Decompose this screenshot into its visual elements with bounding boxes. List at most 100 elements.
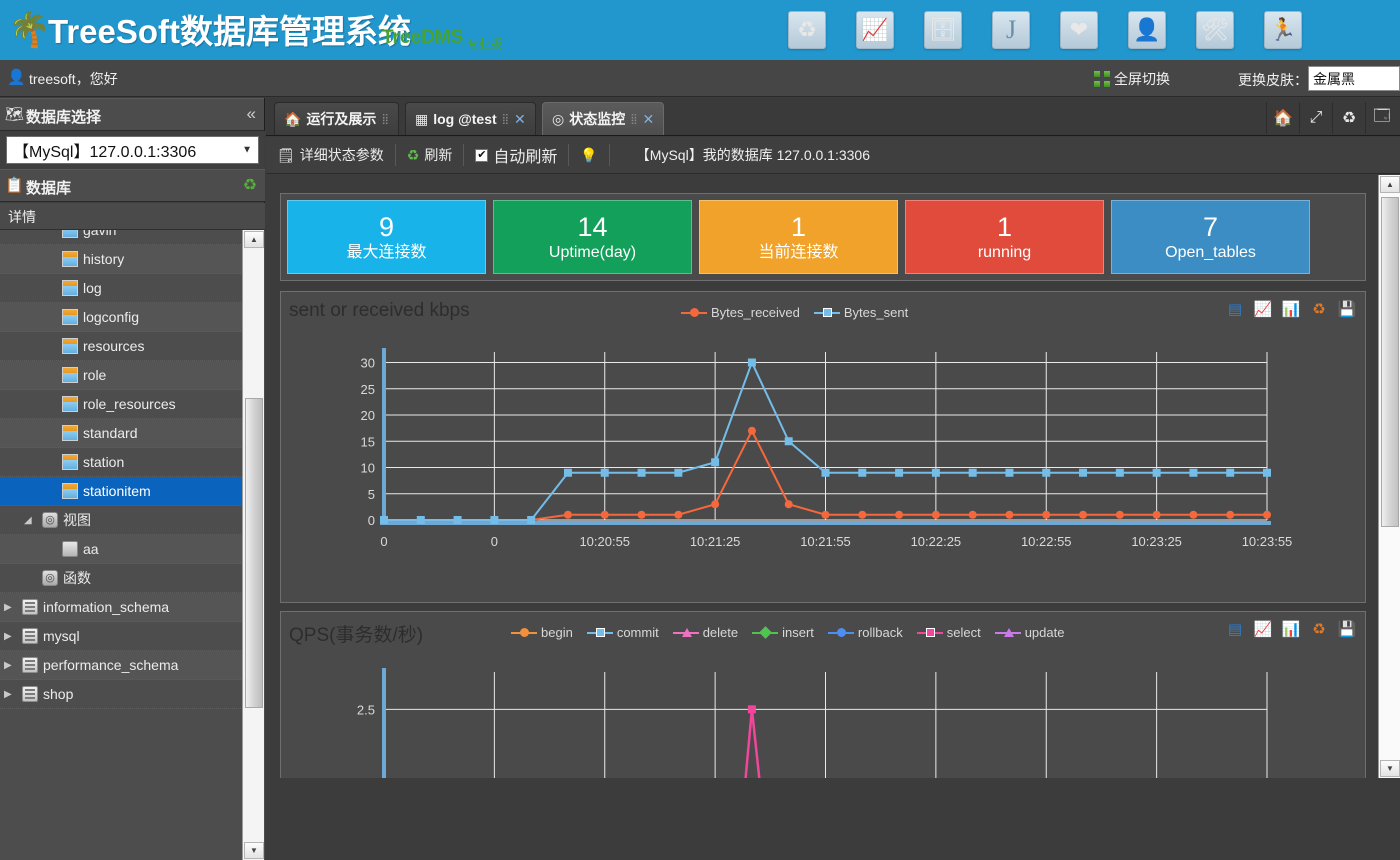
save-icon[interactable]: 💾 — [1337, 300, 1357, 320]
tools-icon[interactable]: 🛠 — [1196, 11, 1234, 49]
tree-expand-icon[interactable]: ▶ — [4, 651, 12, 680]
legend-item-delete[interactable]: delete — [672, 625, 738, 640]
line-chart-icon[interactable]: 📈 — [1253, 620, 1273, 640]
home-icon[interactable]: 🏠 — [1266, 102, 1299, 134]
skin-select[interactable]: 金属黑 — [1308, 66, 1400, 91]
scroll-down-button[interactable]: ▼ — [1380, 760, 1400, 777]
tree-item-resources[interactable]: resources — [0, 332, 243, 361]
x-tick-label: 10:21:25 — [690, 534, 741, 549]
tree-item-[interactable]: ◢ 视图 — [0, 506, 243, 535]
autorefresh-toggle[interactable]: ✔ 自动刷新 — [464, 143, 568, 167]
legend-item-rollback[interactable]: rollback — [827, 625, 903, 640]
save-icon[interactable]: 💾 — [1337, 620, 1357, 640]
tree-item-log[interactable]: log — [0, 274, 243, 303]
tree-expand-icon[interactable]: ▶ — [4, 680, 12, 709]
tree-item-gavin[interactable]: gavin — [0, 230, 243, 245]
table-icon — [62, 396, 78, 412]
legend-item-insert[interactable]: insert — [752, 625, 814, 640]
status-card-value: 9 — [378, 211, 395, 242]
window-icon[interactable]: 🗔 — [1365, 102, 1398, 134]
chart-icon[interactable]: 📈 — [856, 11, 894, 49]
legend-marker — [1003, 627, 1014, 637]
tree-expand-icon[interactable]: ◢ — [24, 506, 32, 535]
tree-item-station[interactable]: station — [0, 448, 243, 477]
connection-select[interactable]: 【MySql】127.0.0.1:3306 ▼ — [6, 136, 259, 164]
close-icon[interactable]: ✕ — [643, 111, 655, 128]
tab-0[interactable]: 🏠 运行及展示 ⣿ — [274, 102, 399, 135]
refresh-icon[interactable]: ♻ — [1332, 102, 1365, 134]
content-scrollbar[interactable]: ▲ ▼ — [1378, 175, 1400, 778]
tree-item-logconfig[interactable]: logconfig — [0, 303, 243, 332]
tree-item-information_schema[interactable]: ▶ information_schema — [0, 593, 243, 622]
tree-item-history[interactable]: history — [0, 245, 243, 274]
tab-dots-icon: ⣿ — [501, 113, 509, 125]
data-point — [784, 437, 793, 446]
user-icon[interactable]: 👤 — [1128, 11, 1166, 49]
data-point — [858, 468, 867, 477]
status-card-2[interactable]: 1 当前连接数 — [699, 200, 898, 274]
data-point — [1263, 510, 1271, 519]
status-card-1[interactable]: 14 Uptime(day) — [493, 200, 692, 274]
legend-item-begin[interactable]: begin — [511, 625, 573, 640]
status-card-4[interactable]: 7 Open_tables — [1111, 200, 1310, 274]
tree-item-role_resources[interactable]: role_resources — [0, 390, 243, 419]
tree-expand-icon[interactable]: ▶ — [4, 593, 12, 622]
fullscreen-toggle[interactable]: 全屏切换 — [1094, 69, 1170, 89]
line-chart-icon[interactable]: 📈 — [1253, 300, 1273, 320]
refresh-icon[interactable]: ♻ — [1309, 620, 1329, 640]
refresh-icon[interactable]: ♻ — [1309, 300, 1329, 320]
run-icon[interactable]: 🏃 — [1264, 11, 1302, 49]
data-point — [1115, 468, 1124, 477]
autorefresh-checkbox[interactable]: ✔ — [475, 148, 489, 162]
data-point — [821, 510, 830, 519]
detail-params-button[interactable]: 🗒 详细状态参数 — [266, 143, 395, 167]
table-view-icon[interactable]: ▤ — [1225, 300, 1245, 320]
tab-2[interactable]: ◎ 状态监控 ⣿ ✕ — [542, 102, 665, 135]
bulb-button[interactable]: 💡 — [569, 143, 608, 167]
refresh-icon[interactable]: ♻ — [243, 175, 257, 195]
scrollbar-thumb[interactable] — [245, 398, 263, 708]
table-view-icon[interactable]: ▤ — [1225, 620, 1245, 640]
bar-chart-icon[interactable]: 📊 — [1281, 620, 1301, 640]
chevron-down-icon: ▼ — [242, 144, 252, 156]
heart-icon[interactable]: ❤ — [1060, 11, 1098, 49]
legend-item-select[interactable]: select — [916, 625, 981, 640]
user-avatar-icon: 👤 — [7, 69, 26, 86]
scrollbar-thumb[interactable] — [1381, 197, 1399, 527]
refresh-icon[interactable]: ♻ — [788, 11, 826, 49]
tree-item-shop[interactable]: ▶ shop — [0, 680, 243, 709]
view-icon — [42, 512, 58, 528]
close-icon[interactable]: ✕ — [514, 111, 526, 128]
tree-item-performance_schema[interactable]: ▶ performance_schema — [0, 651, 243, 680]
sidebar-scrollbar[interactable]: ▲ ▼ — [242, 230, 264, 860]
expand-icon[interactable]: ⤢ — [1299, 102, 1332, 134]
legend-item-Bytes_sent[interactable]: Bytes_sent — [813, 305, 908, 320]
bar-chart-icon[interactable]: 📊 — [1281, 300, 1301, 320]
scroll-down-button[interactable]: ▼ — [244, 842, 264, 859]
scroll-up-button[interactable]: ▲ — [244, 231, 264, 248]
status-card-3[interactable]: 1 running — [905, 200, 1104, 274]
tree-item-[interactable]: 函数 — [0, 564, 243, 593]
legend-label: select — [946, 625, 981, 640]
network-chart-panel: sent or received kbps Bytes_received Byte… — [280, 291, 1366, 603]
database-icon[interactable]: 🗄 — [924, 11, 962, 49]
tree-item-aa[interactable]: aa — [0, 535, 243, 564]
tree-item-standard[interactable]: standard — [0, 419, 243, 448]
java-icon[interactable]: J — [992, 11, 1030, 49]
legend-item-Bytes_received[interactable]: Bytes_received — [681, 305, 800, 320]
scroll-up-button[interactable]: ▲ — [1380, 176, 1400, 193]
tree-item-stationitem[interactable]: stationitem — [0, 477, 243, 506]
status-card-0[interactable]: 9 最大连接数 — [287, 200, 486, 274]
tree-expand-icon[interactable]: ▶ — [4, 622, 12, 651]
legend-line — [672, 627, 699, 637]
tree-item-mysql[interactable]: ▶ mysql — [0, 622, 243, 651]
legend-label: commit — [616, 625, 659, 640]
legend-item-commit[interactable]: commit — [586, 625, 659, 640]
refresh-button[interactable]: ♻ 刷新 — [396, 143, 464, 167]
tree-item-role[interactable]: role — [0, 361, 243, 390]
collapse-sidebar-icon[interactable]: « — [247, 104, 256, 124]
legend-line — [916, 627, 943, 637]
legend-item-update[interactable]: update — [994, 625, 1064, 640]
qps-chart-legend: begin commit delete insert rollback select upd… — [511, 625, 1064, 640]
tab-1[interactable]: ▦ log @test ⣿ ✕ — [405, 102, 536, 135]
